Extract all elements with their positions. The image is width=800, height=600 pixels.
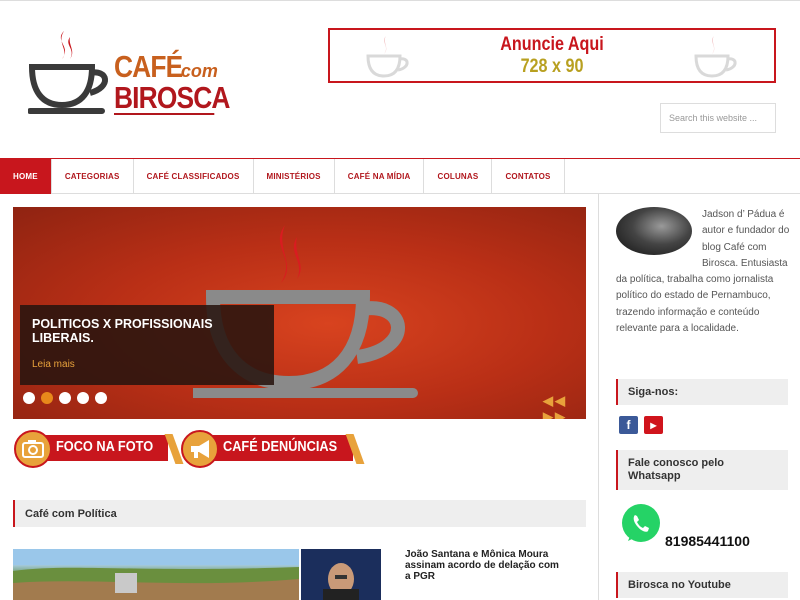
- nav-item-ministerios[interactable]: MINISTÉRIOS: [254, 159, 335, 194]
- site-header: CAFÉ com BIROSCA Anuncie Aqui 728 x 90 S…: [0, 0, 800, 158]
- whatsapp-icon[interactable]: [620, 503, 662, 545]
- camera-icon: [14, 430, 52, 468]
- site-logo[interactable]: CAFÉ com BIROSCA: [27, 29, 230, 124]
- search-input[interactable]: Search this website ...: [660, 103, 776, 133]
- nav-item-cafe-classificados[interactable]: CAFÉ CLASSIFICADOS: [134, 159, 254, 194]
- featured-slider[interactable]: POLITICOS X PROFISSIONAIS LIBERAIS. Leia…: [13, 207, 586, 419]
- siga-nos-heading: Siga-nos:: [616, 379, 788, 405]
- megaphone-icon: [181, 430, 219, 468]
- ad-banner[interactable]: Anuncie Aqui 728 x 90: [328, 28, 776, 83]
- nav-item-categorias[interactable]: CATEGORIAS: [52, 159, 134, 194]
- foco-na-foto-label: FOCO NA FOTO: [44, 435, 168, 461]
- slider-caption: POLITICOS X PROFISSIONAIS LIBERAIS. Leia…: [20, 305, 274, 385]
- ad-title: Anuncie Aqui: [500, 34, 604, 55]
- slider-pagination: [23, 392, 107, 404]
- logo-wordmark: CAFÉ com BIROSCA: [114, 51, 232, 115]
- coffee-cup-logo-icon: [27, 31, 108, 114]
- main-nav: HOME CATEGORIAS CAFÉ CLASSIFICADOS MINIS…: [0, 158, 800, 194]
- logo-birosca-text: BIROSCA: [114, 80, 230, 115]
- logo-cafe-text: CAFÉ: [114, 49, 183, 84]
- author-avatar: [616, 207, 692, 255]
- youtube-icon[interactable]: ▶: [644, 416, 663, 434]
- whatsapp-number[interactable]: 81985441100: [665, 533, 750, 549]
- section-title: Café com Política: [13, 500, 586, 527]
- cafe-denuncias-label: CAFÉ DENÚNCIAS: [211, 435, 353, 461]
- foco-na-foto-text: FOCO NA FOTO: [56, 439, 154, 455]
- news-thumbnail[interactable]: [301, 549, 381, 600]
- foco-na-foto-banner[interactable]: FOCO NA FOTO: [14, 430, 184, 468]
- nav-item-home[interactable]: HOME: [0, 159, 52, 194]
- logo-com-text: com: [180, 61, 218, 81]
- page: CAFÉ com BIROSCA Anuncie Aqui 728 x 90 S…: [0, 0, 800, 600]
- fale-conosco-heading: Fale conosco pelo Whatsapp: [616, 450, 788, 490]
- cafe-denuncias-text: CAFÉ DENÚNCIAS: [223, 439, 338, 455]
- nav-item-colunas[interactable]: COLUNAS: [424, 159, 493, 194]
- nav-item-cafe-na-midia[interactable]: CAFÉ NA MÍDIA: [335, 159, 425, 194]
- ad-size: 728 x 90: [520, 56, 584, 77]
- sidebar-divider: [598, 194, 599, 600]
- read-more-link[interactable]: Leia mais: [32, 359, 262, 370]
- slider-dot[interactable]: [95, 392, 107, 404]
- slider-dot[interactable]: [77, 392, 89, 404]
- slider-dot[interactable]: [41, 392, 53, 404]
- facebook-icon[interactable]: f: [619, 416, 638, 434]
- news-headline[interactable]: João Santana e Mônica Moura assinam acor…: [405, 549, 565, 582]
- youtube-widget-heading: Birosca no Youtube: [616, 572, 788, 598]
- social-links: f ▶: [619, 416, 663, 434]
- slider-title[interactable]: POLITICOS X PROFISSIONAIS LIBERAIS.: [32, 317, 262, 345]
- slider-dot[interactable]: [23, 392, 35, 404]
- nav-item-contatos[interactable]: CONTATOS: [492, 159, 565, 194]
- news-thumbnail[interactable]: [13, 549, 299, 600]
- slider-arrows[interactable]: ◀◀ ▶▶: [543, 393, 586, 419]
- cafe-denuncias-banner[interactable]: CAFÉ DENÚNCIAS: [181, 430, 365, 468]
- slider-dot[interactable]: [59, 392, 71, 404]
